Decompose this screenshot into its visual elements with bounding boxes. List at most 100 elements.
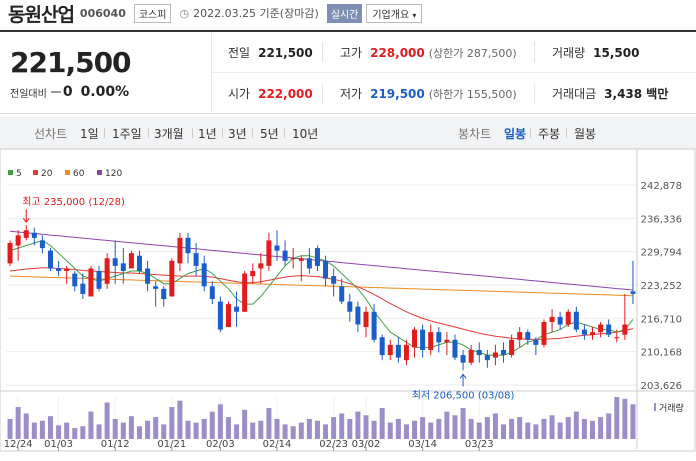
candle-body xyxy=(492,352,498,358)
candle-body xyxy=(614,337,620,339)
x-tick-label: 02/03 xyxy=(206,439,235,450)
tab-period-3m[interactable]: 3개월 xyxy=(154,125,184,142)
realtime-button[interactable]: 실시간 xyxy=(326,3,363,23)
candle-body xyxy=(323,260,329,279)
volume-bar xyxy=(39,420,45,439)
candle-body xyxy=(557,316,563,325)
x-tick-label: 02/23 xyxy=(319,439,348,450)
candle-body xyxy=(379,337,385,356)
tab-period-1y[interactable]: 1년 xyxy=(198,125,217,142)
volume-bar xyxy=(282,424,288,439)
volume-bar xyxy=(161,424,167,439)
open-label: 시가 xyxy=(228,87,251,101)
market-badge: 코스피 xyxy=(133,3,172,23)
volume-bar xyxy=(581,418,587,439)
tab-period-3y[interactable]: 3년 xyxy=(228,125,247,142)
price-chart: 242,878 236,336 229,794 223,252 216,710 210,1… xyxy=(0,148,696,457)
upper-limit: (상한가 287,500) xyxy=(428,46,517,60)
company-name: 동원산업 xyxy=(8,3,75,26)
volume-bar xyxy=(428,422,434,439)
volume-bar xyxy=(387,422,393,439)
divider xyxy=(252,128,253,138)
legend-swatch xyxy=(8,170,13,175)
candle-body xyxy=(80,283,86,294)
candle-body xyxy=(56,268,62,271)
candle-body xyxy=(501,349,507,356)
candle-body xyxy=(161,288,167,300)
candle-body xyxy=(96,270,102,289)
tab-monthly[interactable]: 월봉 xyxy=(574,125,596,142)
candle-body xyxy=(250,270,256,277)
tab-weekly[interactable]: 주봉 xyxy=(538,125,560,142)
volume-bar xyxy=(56,425,62,439)
ma-line-ma5 xyxy=(9,239,634,356)
candle-body xyxy=(39,240,45,249)
candle-body xyxy=(387,344,393,356)
volume-bar xyxy=(128,416,134,439)
tab-period-1d[interactable]: 1일 xyxy=(80,125,99,142)
legend-swatch xyxy=(65,170,70,175)
volume-bar xyxy=(306,418,312,439)
divider xyxy=(322,83,323,103)
volume-bar xyxy=(80,426,86,439)
candle-body xyxy=(290,258,296,260)
volume-bar xyxy=(225,417,231,439)
volume-bar xyxy=(193,422,199,439)
company-overview-button[interactable]: 기업개요 ▾ xyxy=(366,3,423,23)
divider xyxy=(534,83,535,103)
candle-body xyxy=(201,263,207,287)
volume-bar xyxy=(153,417,159,439)
divider xyxy=(104,128,105,138)
current-price: 221,500 xyxy=(10,46,132,79)
volume-bar xyxy=(323,424,329,439)
candle-body xyxy=(630,291,636,294)
tab-period-1w[interactable]: 1주일 xyxy=(112,125,142,142)
chart-frame xyxy=(0,148,696,452)
candle-body xyxy=(185,237,191,254)
candle-body xyxy=(371,311,377,340)
volume-bar xyxy=(112,418,118,439)
high-price: 고가 228,000 (상한가 287,500) xyxy=(340,44,517,61)
candle-body xyxy=(549,316,555,322)
low-label: 저가 xyxy=(340,87,363,101)
trade-amount: 거래대금 3,438 백만 xyxy=(552,85,668,102)
candle-body xyxy=(509,339,515,356)
candle-body xyxy=(120,263,126,271)
volume-bar xyxy=(96,424,102,439)
low-value: 219,500 xyxy=(370,86,425,101)
volume-bar xyxy=(541,418,547,439)
candle-body xyxy=(128,253,134,269)
volume-bar xyxy=(630,404,636,439)
volume: 거래량 15,500 xyxy=(552,44,639,61)
amount-value: 3,438 백만 xyxy=(604,87,669,101)
volume-bar xyxy=(371,420,377,439)
x-tick-label: 01/21 xyxy=(157,439,186,450)
volume-bar xyxy=(250,422,256,439)
candle-body xyxy=(234,306,240,312)
x-tick-label: 03/23 xyxy=(465,439,494,450)
tab-period-10y[interactable]: 10년 xyxy=(292,125,318,142)
basis-date: 2022.03.25 기준(장마감) xyxy=(193,7,319,20)
line-chart-label: 선차트 xyxy=(34,127,68,141)
volume-bar xyxy=(355,411,361,439)
tab-daily[interactable]: 일봉 xyxy=(504,125,526,142)
volume-bar xyxy=(72,428,78,439)
prev-close: 전일 221,500 xyxy=(228,44,313,61)
candle-body xyxy=(533,339,539,345)
volume-bar xyxy=(145,420,151,439)
volume-bar xyxy=(209,411,215,439)
flat-icon xyxy=(50,91,61,93)
candle-body xyxy=(468,349,474,363)
candle-body xyxy=(403,344,409,361)
volume-value: 15,500 xyxy=(593,45,640,60)
tab-period-5y[interactable]: 5년 xyxy=(260,125,279,142)
candle-body xyxy=(412,329,418,348)
volume-bar xyxy=(509,418,515,439)
chart-tabs: 선차트 1일 1주일 3개월 1년 3년 5년 10년 봉차트 일봉 주봉 월봉 xyxy=(0,117,696,149)
candle-body xyxy=(242,273,248,312)
volume-bar xyxy=(185,420,191,439)
candle-body xyxy=(72,273,78,287)
company-overview-label: 기업개요 xyxy=(372,9,410,21)
y-tick-label: 216,710 xyxy=(641,314,682,325)
amount-label: 거래대금 xyxy=(552,87,597,101)
